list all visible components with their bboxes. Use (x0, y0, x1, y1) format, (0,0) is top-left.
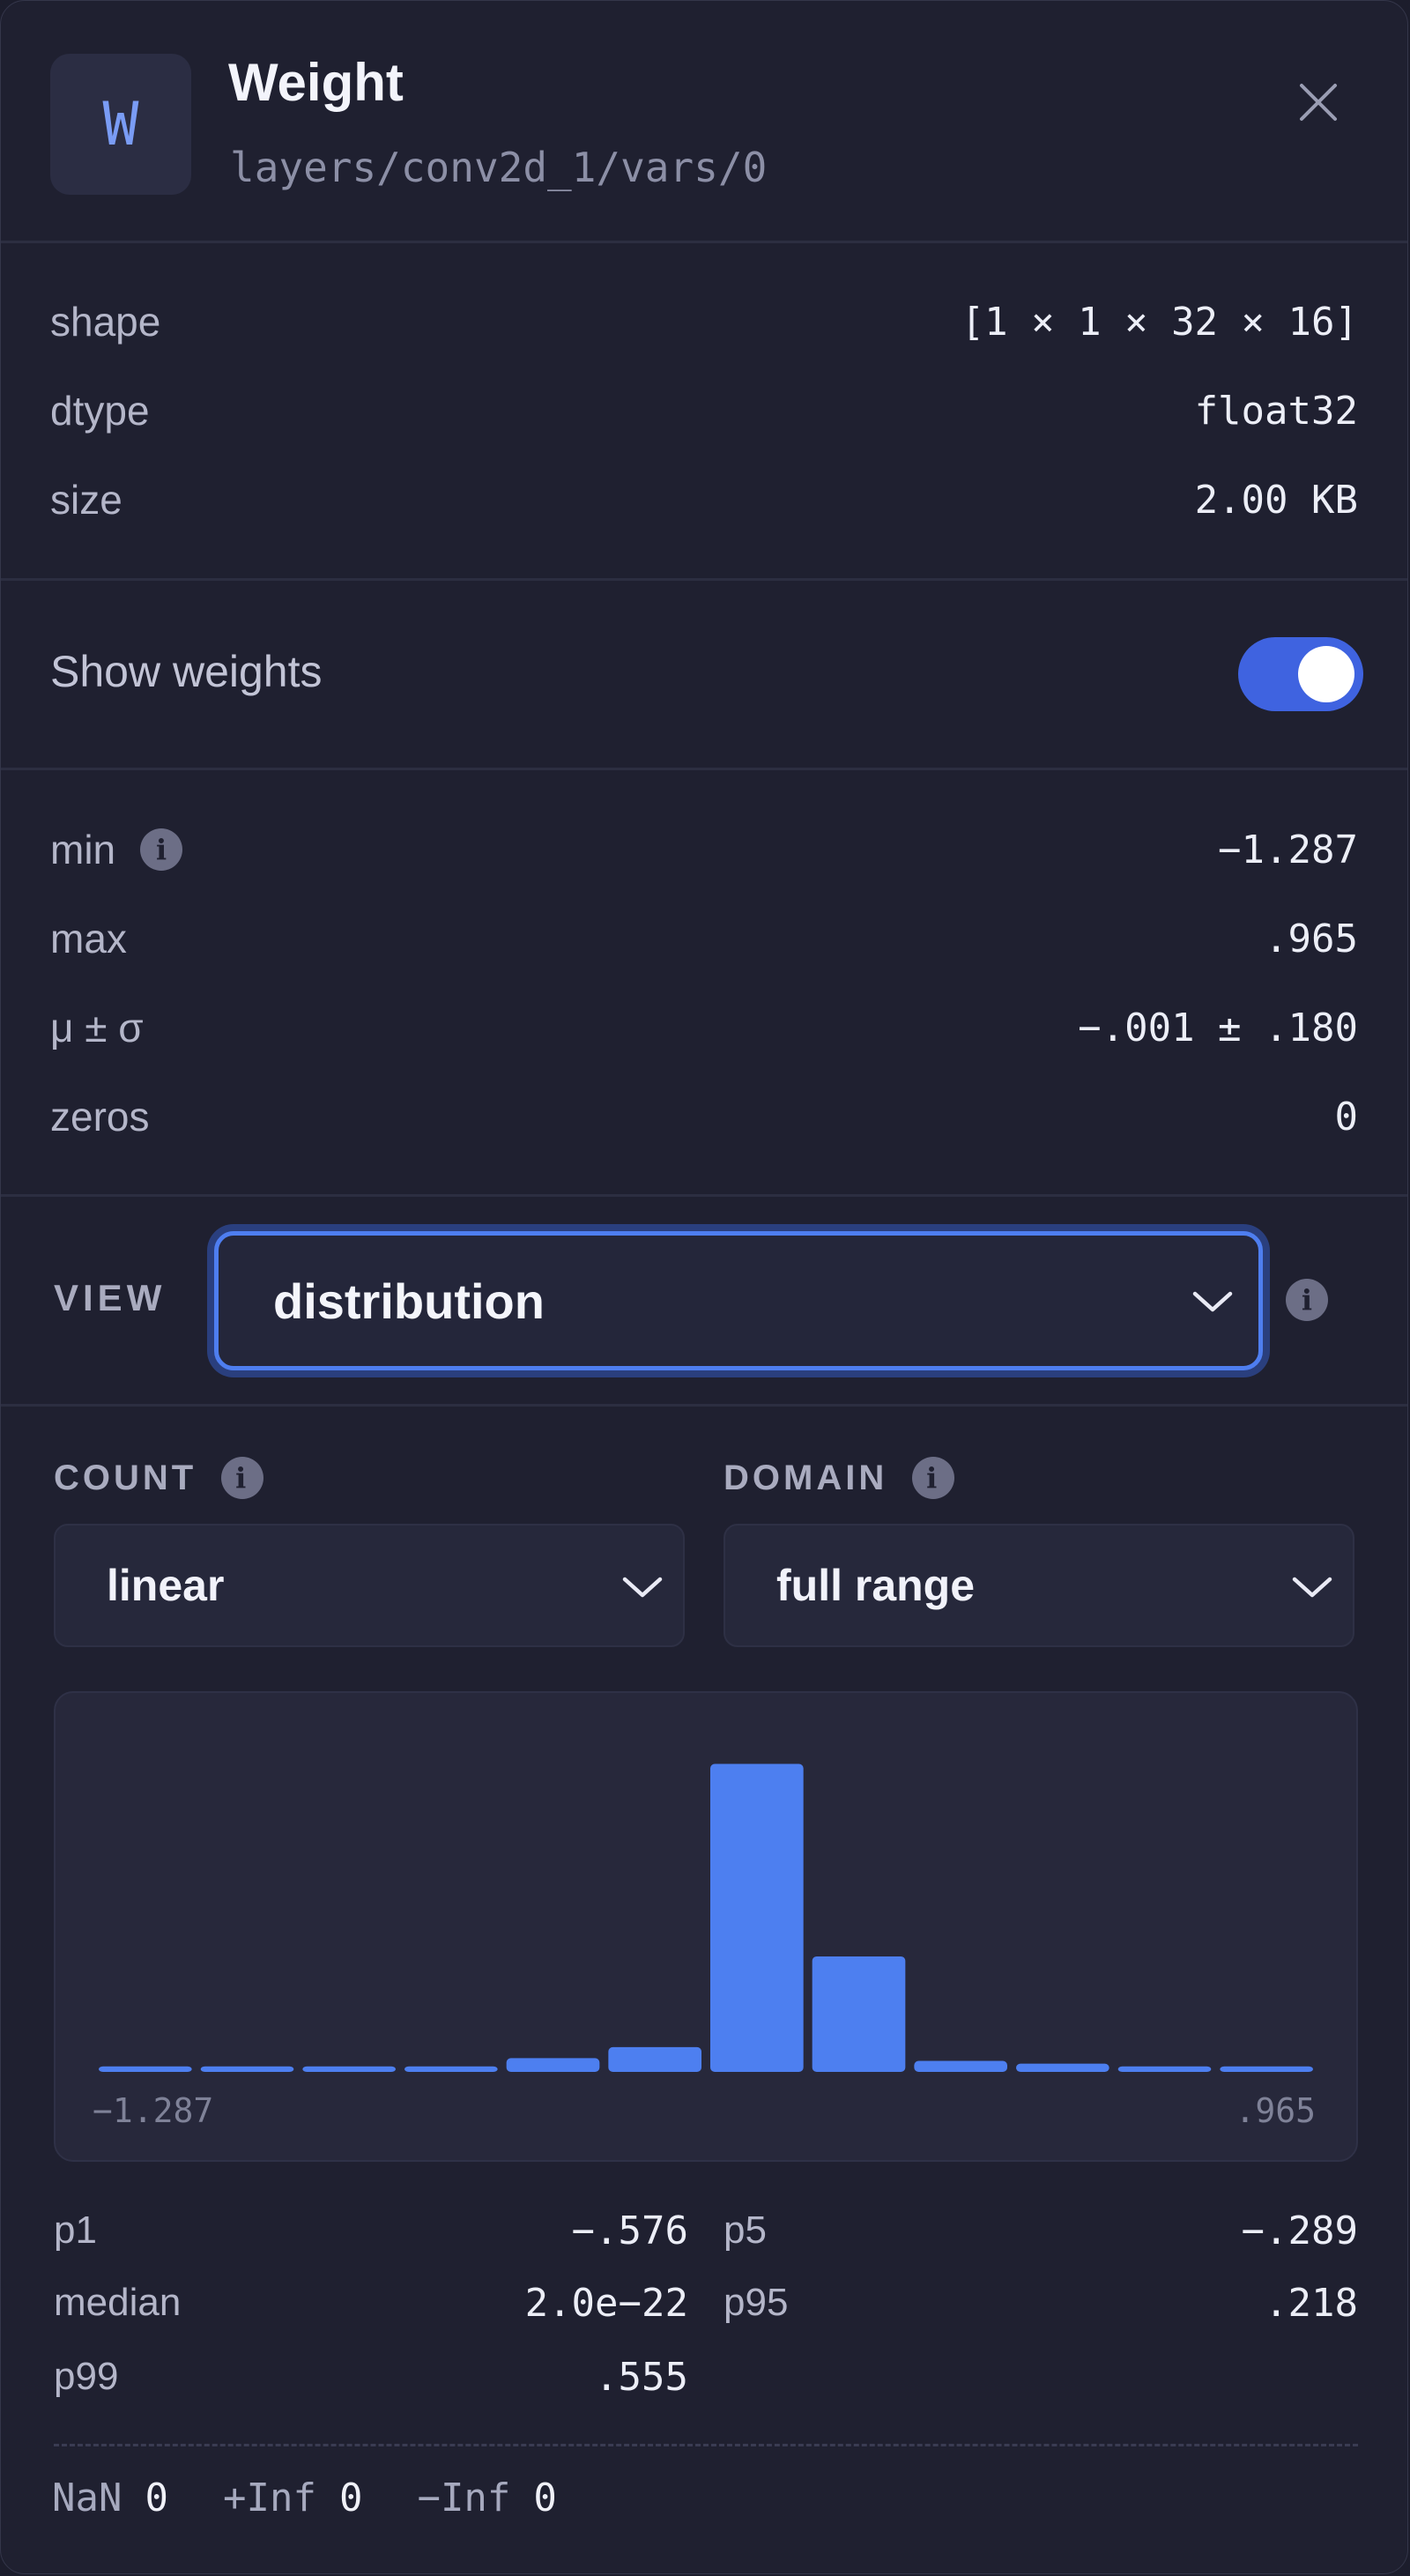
histogram-bar (710, 1763, 804, 2072)
x-max-label: .965 (1235, 2091, 1316, 2130)
nan-value: 0 (145, 2476, 168, 2520)
ninf-value: 0 (533, 2476, 557, 2520)
histogram-bar (404, 2066, 498, 2072)
histogram-bar (99, 2066, 192, 2072)
histogram-bar (1220, 2066, 1313, 2072)
histogram-bars (99, 1763, 1313, 2072)
histogram-bar (608, 2046, 701, 2072)
p1-value: −.576 (571, 2208, 688, 2253)
histogram-bar (1016, 2063, 1109, 2072)
p95-label: p95 (724, 2281, 789, 2324)
x-min-label: −1.287 (93, 2091, 214, 2130)
median-value: 2.0e−22 (524, 2280, 688, 2326)
p99-label: p99 (54, 2355, 119, 2398)
p95-row: p95 .218 (724, 2276, 1358, 2329)
histogram-bar (1117, 2066, 1212, 2072)
weight-inspector-panel: W Weight layers/conv2d_1/vars/0 shape [1… (0, 0, 1408, 2574)
p1-label: p1 (54, 2209, 97, 2252)
p5-row: p5 −.289 (724, 2204, 1358, 2257)
histogram-bar (302, 2066, 396, 2072)
ninf-label: −Inf (417, 2476, 511, 2520)
histogram-bar (914, 2060, 1007, 2072)
p5-value: −.289 (1241, 2208, 1358, 2253)
histogram-bar (200, 2066, 294, 2072)
p95-value: .218 (1265, 2280, 1358, 2326)
median-row: median 2.0e−22 (54, 2276, 688, 2329)
p99-row: p99 .555 (54, 2350, 688, 2403)
dashed-divider (54, 2444, 1358, 2446)
pinf-label: +Inf (222, 2476, 316, 2520)
p1-row: p1 −.576 (54, 2204, 688, 2257)
p99-value: .555 (595, 2354, 688, 2400)
histogram-bar (812, 1956, 906, 2072)
histogram-bar (506, 2058, 600, 2072)
special-values-footer: NaN 0 +Inf 0 −Inf 0 (52, 2476, 612, 2520)
p5-label: p5 (724, 2209, 767, 2252)
pinf-value: 0 (338, 2476, 363, 2520)
nan-label: NaN (52, 2476, 122, 2520)
median-label: median (54, 2281, 182, 2324)
